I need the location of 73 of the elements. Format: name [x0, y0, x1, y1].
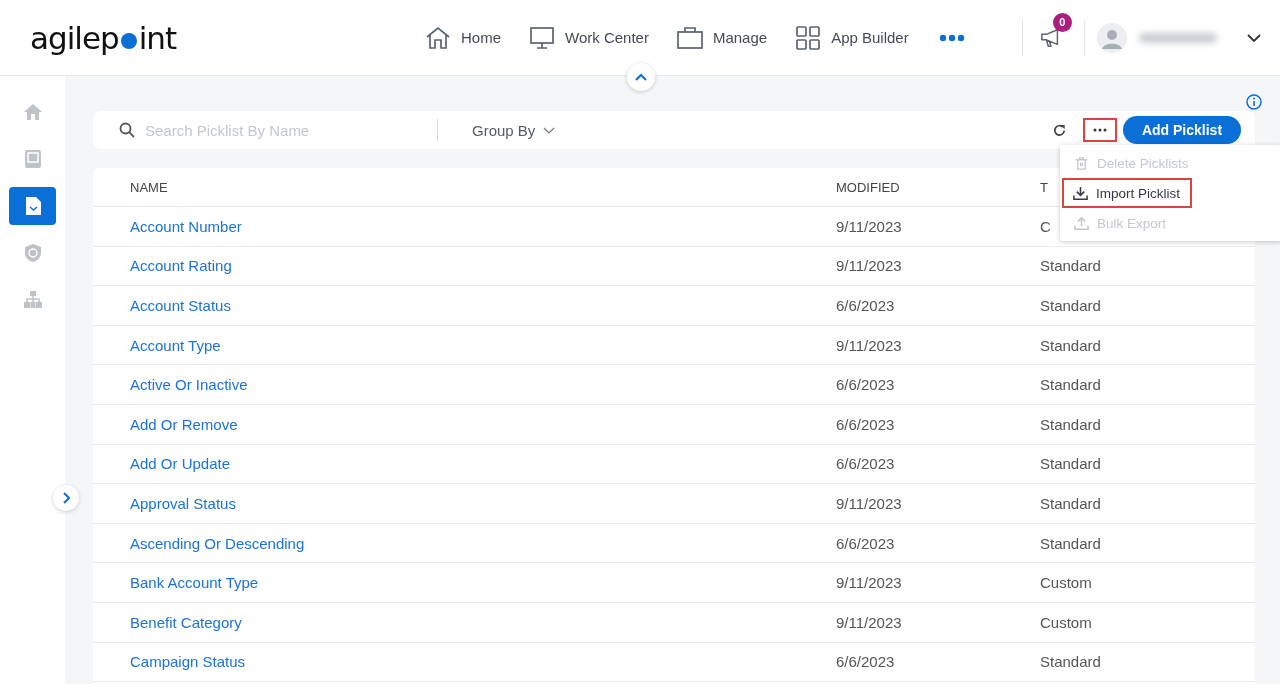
column-header: NAME [129, 179, 169, 195]
table-cell: Standard [1040, 415, 1101, 433]
table-cell: Standard [1040, 494, 1101, 512]
picklist-link[interactable]: Account Type [93, 336, 836, 354]
picklist-link[interactable]: Campaign Status [93, 653, 836, 671]
home-icon [425, 24, 451, 51]
grid-icon [795, 24, 822, 51]
refresh-icon[interactable] [1052, 122, 1067, 138]
column-header: MODIFIED [836, 179, 901, 195]
group-by-dropdown[interactable]: Group By [466, 120, 562, 140]
chevron-up-icon [635, 73, 647, 81]
sidebar-item[interactable] [9, 187, 56, 225]
table-cell: Standard [1040, 534, 1101, 552]
more-options-button[interactable] [1083, 118, 1117, 142]
nav-link[interactable]: Home [425, 24, 501, 51]
expand-sidebar-button[interactable] [53, 485, 79, 511]
table-cell-text: 9/11/2023 [836, 217, 903, 235]
picklist-link[interactable]: Account Number [93, 217, 836, 235]
info-icon[interactable] [1246, 94, 1262, 110]
table-cell-text: 9/11/2023 [836, 574, 903, 592]
table-cell: Custom [1040, 613, 1092, 631]
table-cell: C [1040, 217, 1051, 235]
monitor-icon [529, 24, 555, 51]
chevron-down-icon[interactable] [1246, 33, 1261, 42]
nav-link[interactable]: Work Center [529, 24, 649, 51]
table-cell-text: 6/6/2023 [836, 297, 896, 314]
add-picklist-button[interactable]: Add Picklist [1123, 116, 1241, 144]
chevron-down-icon [543, 126, 556, 134]
column-header: T [1040, 179, 1048, 195]
menu-item[interactable]: Import Picklist [1062, 178, 1192, 208]
table-cell-text: 9/11/2023 [836, 494, 903, 512]
table-cell-text: 9/11/2023 [836, 257, 903, 275]
picklist-link[interactable]: Benefit Category [93, 613, 836, 631]
upload-icon [1074, 215, 1089, 231]
download-icon [1073, 185, 1088, 201]
table-cell: Standard [1040, 297, 1101, 314]
avatar-icon[interactable] [1096, 22, 1127, 53]
collapse-button[interactable] [627, 63, 655, 91]
shield-icon [22, 243, 43, 263]
table-cell: Standard [1040, 257, 1101, 275]
picklist-link[interactable]: Active Or Inactive [93, 376, 836, 394]
table-cell: Standard [1040, 376, 1101, 394]
table-cell-text: 6/6/2023 [836, 534, 896, 552]
picklist-link[interactable]: Bank Account Type [93, 574, 836, 592]
more-icon[interactable] [938, 33, 965, 42]
nav-link[interactable]: App Builder [795, 24, 909, 51]
picklist-link[interactable]: Add Or Update [93, 455, 836, 473]
nav-link[interactable]: Manage [676, 24, 768, 51]
chevron-right-icon [62, 492, 70, 504]
table-cell-text: 9/11/2023 [836, 336, 903, 354]
picklist-link[interactable]: Account Status [93, 297, 836, 314]
table-cell-text: 6/6/2023 [836, 415, 896, 433]
ellipsis-icon [1093, 128, 1107, 132]
table-cell-text: 6/6/2023 [836, 455, 896, 473]
briefcase-icon [676, 24, 703, 51]
org-icon [22, 290, 43, 310]
home-icon [22, 102, 43, 122]
table-cell-text: 6/6/2023 [836, 653, 896, 671]
table-cell-text: 6/6/2023 [836, 376, 896, 394]
table-cell: Standard [1040, 455, 1101, 473]
agilepoint-logo: agilep int [30, 19, 178, 56]
table-cell: Standard [1040, 653, 1101, 671]
picklist-link[interactable]: Ascending Or Descending [93, 534, 836, 552]
search-icon [119, 122, 135, 138]
picklist-link[interactable]: Add Or Remove [93, 415, 836, 433]
trash-icon [1074, 155, 1089, 171]
notification-count: 0 [1052, 12, 1072, 32]
table-cell: Standard [1040, 336, 1101, 354]
picklist-link[interactable]: Account Rating [93, 257, 836, 275]
table-cell-text: 9/11/2023 [836, 613, 903, 631]
table-cell: Custom [1040, 574, 1092, 592]
picklist-link[interactable]: Approval Status [93, 494, 836, 512]
monitor-icon [22, 149, 43, 169]
